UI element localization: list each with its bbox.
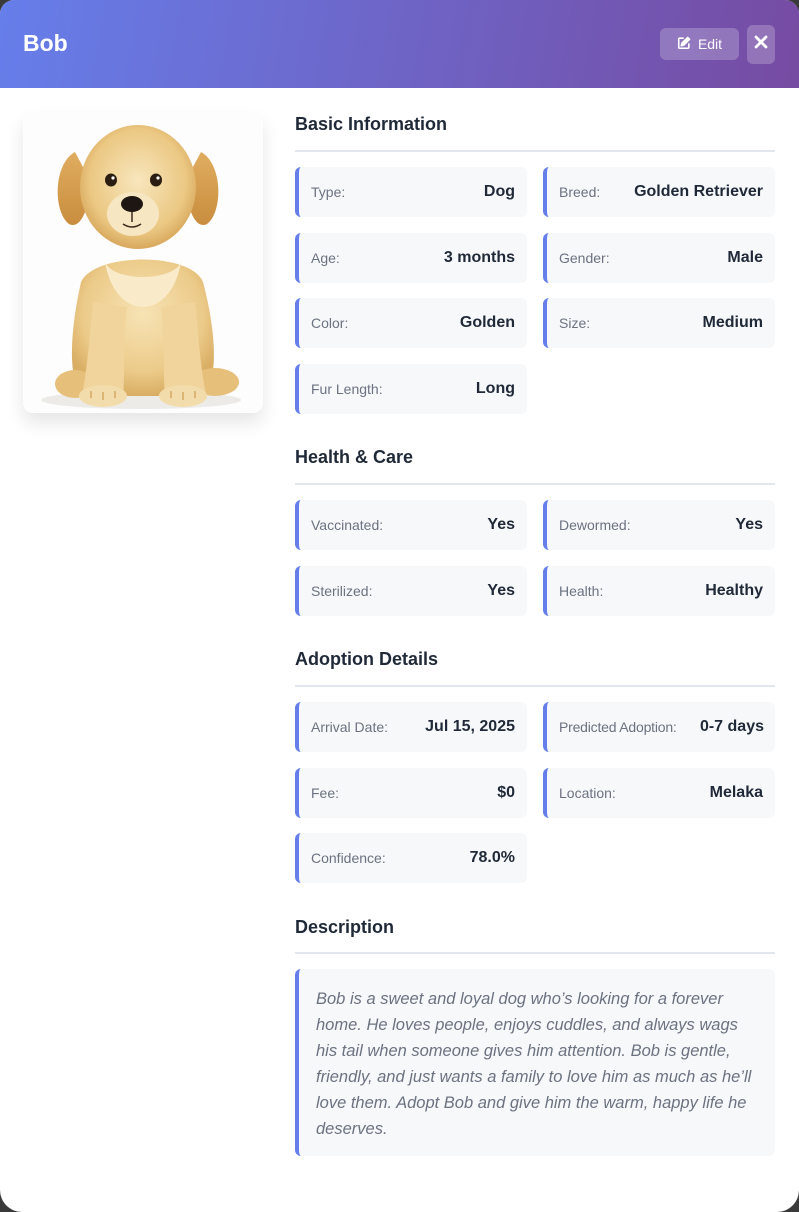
close-icon [754, 35, 768, 54]
info-card-vaccinated: Vaccinated: Yes [295, 500, 527, 550]
pet-name-title: Bob [23, 30, 68, 56]
info-card-health: Health: Healthy [543, 566, 775, 616]
field-label: Fur Length: [311, 381, 383, 397]
field-label: Color: [311, 315, 349, 331]
field-label: Health: [559, 583, 604, 599]
info-card-predicted-adoption: Predicted Adoption: 0-7 days [543, 702, 775, 752]
field-value: Golden [459, 314, 515, 331]
pet-photo [23, 112, 263, 413]
info-card-gender: Gender: Male [543, 233, 775, 283]
field-value: Male [727, 249, 763, 266]
puppy-image [41, 125, 241, 409]
section-title-description: Description [295, 917, 395, 937]
info-card-arrival-date: Arrival Date: Jul 15, 2025 [295, 702, 527, 752]
info-card-size: Size: Medium [543, 298, 775, 348]
description-text: Bob is a sweet and loyal dog who’s looki… [295, 969, 775, 1156]
info-card-type: Type: Dog [295, 167, 527, 217]
field-value: Medium [702, 314, 763, 331]
info-card-age: Age: 3 months [295, 233, 527, 283]
edit-button[interactable]: Edit [660, 28, 739, 60]
field-value: Yes [487, 516, 515, 533]
field-label: Predicted Adoption: [559, 719, 677, 735]
field-label: Vaccinated: [311, 517, 384, 533]
modal-header: Bob Edit [0, 0, 799, 88]
field-label: Arrival Date: [311, 719, 389, 735]
field-label: Fee: [311, 785, 340, 801]
info-card-breed: Breed: Golden Retriever [543, 167, 775, 217]
pet-detail-modal: Bob Edit Basic Information Type: Dog Bre… [0, 0, 799, 1212]
close-button[interactable] [747, 25, 775, 64]
info-card-fee: Fee: $0 [295, 768, 527, 818]
field-label: Dewormed: [559, 517, 631, 533]
field-label: Location: [559, 785, 616, 801]
info-card-color: Color: Golden [295, 298, 527, 348]
section-title-basic-information: Basic Information [295, 114, 448, 134]
section-title-health-care: Health & Care [295, 447, 414, 467]
field-label: Breed: [559, 184, 601, 200]
section-title-adoption-details: Adoption Details [295, 649, 438, 669]
info-card-sterilized: Sterilized: Yes [295, 566, 527, 616]
field-label: Type: [311, 184, 346, 200]
info-card-location: Location: Melaka [543, 768, 775, 818]
field-value: Yes [487, 582, 515, 599]
field-label: Sterilized: [311, 583, 373, 599]
field-value: Melaka [709, 784, 763, 801]
section-divider [295, 685, 775, 687]
field-value: Long [475, 380, 515, 397]
section-divider [295, 952, 775, 954]
info-card-confidence: Confidence: 78.0% [295, 833, 527, 883]
info-card-fur-length: Fur Length: Long [295, 364, 527, 414]
field-label: Age: [311, 250, 340, 266]
edit-button-label: Edit [697, 36, 723, 52]
field-label: Gender: [559, 250, 610, 266]
section-divider [295, 483, 775, 485]
edit-icon [677, 36, 691, 53]
field-value: 0-7 days [699, 718, 764, 735]
field-value: 78.0% [469, 849, 515, 866]
info-card-dewormed: Dewormed: Yes [543, 500, 775, 550]
field-value: Dog [483, 183, 515, 200]
section-divider [295, 150, 775, 152]
field-value: Yes [735, 516, 763, 533]
field-label: Confidence: [311, 850, 386, 866]
field-value: Golden Retriever [634, 183, 763, 200]
field-value: $0 [497, 784, 515, 801]
field-value: Jul 15, 2025 [425, 718, 515, 735]
field-value: 3 months [443, 249, 515, 266]
field-value: Healthy [705, 582, 763, 599]
field-label: Size: [559, 315, 591, 331]
